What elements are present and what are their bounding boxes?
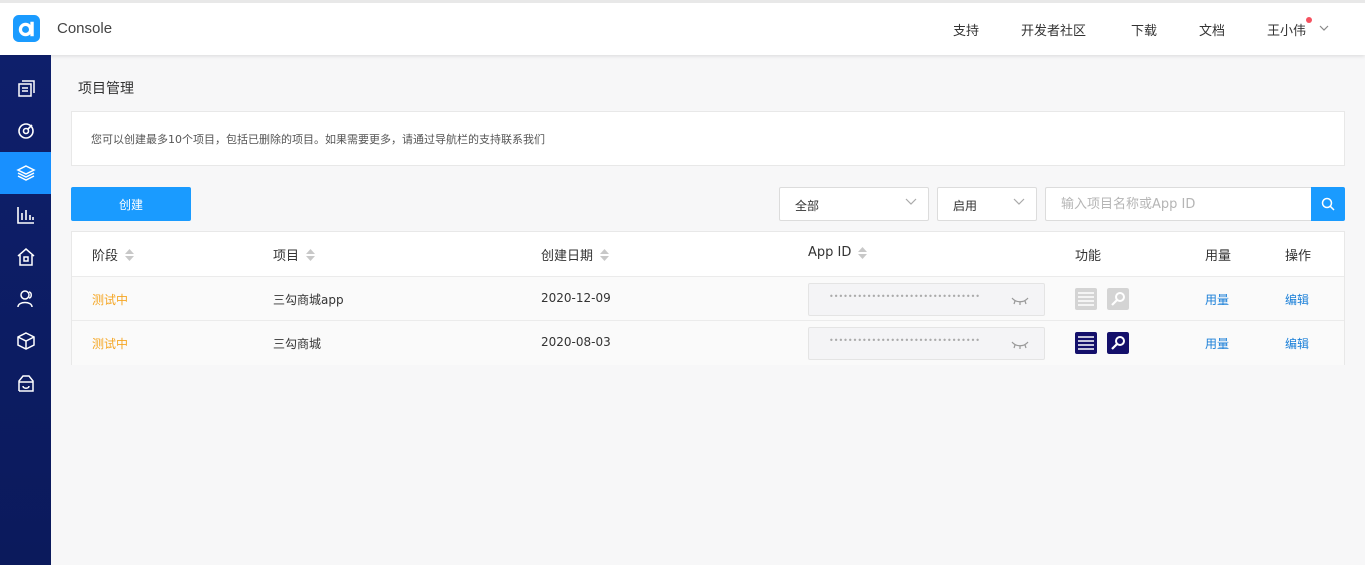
sidebar-item-statistics[interactable] — [0, 194, 51, 236]
project-name: 三勾商城app — [273, 293, 344, 307]
usage-link[interactable]: 用量 — [1205, 335, 1229, 352]
appid-field: •••••••••••••••••••••••••••••••• — [808, 327, 1045, 360]
appid-field: •••••••••••••••••••••••••••••••• — [808, 283, 1045, 316]
cube-icon — [16, 332, 35, 350]
appid-masked: •••••••••••••••••••••••••••••••• — [829, 336, 980, 345]
notification-dot — [1306, 17, 1312, 23]
home-shield-icon — [17, 248, 34, 266]
column-header-actions: 操作 — [1285, 245, 1311, 264]
eye-closed-icon[interactable] — [1011, 340, 1029, 349]
column-label: 用量 — [1205, 249, 1232, 264]
table-row: 测试中 三勾商城 2020-08-03 ••••••••••••••••••••… — [72, 321, 1344, 365]
sidebar-item-cloud[interactable] — [0, 362, 51, 404]
key-feature-icon[interactable] — [1107, 332, 1129, 354]
nav-download[interactable]: 下载 — [1131, 20, 1157, 39]
user-menu[interactable]: 王小伟 — [1267, 20, 1306, 39]
project-name: 三勾商城 — [273, 337, 322, 351]
created-date: 2020-12-09 — [541, 291, 611, 305]
doc-feature-icon[interactable] — [1075, 332, 1097, 354]
nav-support[interactable]: 支持 — [953, 20, 979, 39]
sort-icon — [125, 248, 135, 261]
sort-icon — [306, 248, 316, 261]
column-label: 项目 — [273, 249, 300, 264]
sidebar-item-home[interactable] — [0, 236, 51, 278]
bar-chart-icon — [16, 207, 34, 224]
sidebar-item-modules[interactable] — [0, 320, 51, 362]
created-date: 2020-08-03 — [541, 335, 611, 349]
notice-text: 您可以创建最多10个项目，包括已删除的项目。如果需要更多，请通过导航栏的支持联系… — [91, 133, 545, 146]
table-header: 阶段 项目 创建日期 App ID 功能 用量 操作 — [72, 232, 1344, 277]
sidebar — [0, 55, 51, 565]
search-button[interactable] — [1311, 187, 1345, 221]
create-button[interactable]: 创建 — [71, 187, 191, 221]
sidebar-item-target[interactable] — [0, 110, 51, 152]
chevron-down-icon — [1013, 198, 1025, 205]
column-header-appid[interactable]: App ID — [808, 245, 868, 260]
edit-link[interactable]: 编辑 — [1285, 335, 1309, 352]
project-table: 阶段 项目 创建日期 App ID 功能 用量 操作 测试中 三勾商城app 2… — [71, 231, 1345, 365]
doc-feature-icon[interactable] — [1075, 288, 1097, 310]
filter-all-value: 全部 — [795, 199, 820, 213]
filter-status-select[interactable]: 启用 — [937, 187, 1037, 221]
sidebar-item-projects[interactable] — [0, 152, 51, 194]
page-title: 项目管理 — [78, 81, 134, 97]
stage-badge: 测试中 — [92, 293, 129, 307]
column-header-created[interactable]: 创建日期 — [541, 245, 610, 264]
table-row: 测试中 三勾商城app 2020-12-09 •••••••••••••••••… — [72, 277, 1344, 321]
key-feature-icon[interactable] — [1107, 288, 1129, 310]
filter-all-select[interactable]: 全部 — [779, 187, 929, 221]
logo-icon[interactable] — [13, 15, 40, 42]
column-header-project[interactable]: 项目 — [273, 245, 316, 264]
column-header-stage[interactable]: 阶段 — [92, 245, 135, 264]
column-header-usage: 用量 — [1205, 245, 1231, 264]
sidebar-item-users[interactable] — [0, 278, 51, 320]
chevron-down-icon — [905, 198, 917, 205]
documents-icon — [17, 80, 35, 97]
stage-badge: 测试中 — [92, 337, 129, 351]
cloud-box-icon — [17, 375, 34, 392]
top-header: Console 支持 开发者社区 下载 文档 王小伟 — [0, 0, 1365, 55]
column-label: 阶段 — [92, 249, 119, 264]
sidebar-item-documents[interactable] — [0, 68, 51, 110]
usage-link[interactable]: 用量 — [1205, 291, 1229, 308]
column-header-features: 功能 — [1075, 245, 1101, 264]
search-icon — [1321, 197, 1335, 211]
chevron-down-icon[interactable] — [1319, 25, 1329, 32]
nav-docs[interactable]: 文档 — [1199, 20, 1225, 39]
edit-link[interactable]: 编辑 — [1285, 291, 1309, 308]
column-label: 创建日期 — [541, 249, 594, 264]
nav-developer-community[interactable]: 开发者社区 — [1021, 20, 1086, 39]
notice-panel: 您可以创建最多10个项目，包括已删除的项目。如果需要更多，请通过导航栏的支持联系… — [71, 111, 1345, 166]
layers-icon — [15, 165, 36, 181]
search-input[interactable] — [1045, 187, 1311, 221]
brand-name: Console — [57, 20, 113, 37]
appid-masked: •••••••••••••••••••••••••••••••• — [829, 292, 980, 301]
users-icon — [16, 290, 33, 308]
filter-status-value: 启用 — [953, 199, 978, 213]
sort-icon — [600, 248, 610, 261]
column-label: 功能 — [1075, 249, 1102, 264]
sort-icon — [858, 246, 868, 259]
column-label: 操作 — [1285, 249, 1312, 264]
column-label: App ID — [808, 245, 852, 260]
target-icon — [17, 123, 34, 139]
eye-closed-icon[interactable] — [1011, 296, 1029, 305]
